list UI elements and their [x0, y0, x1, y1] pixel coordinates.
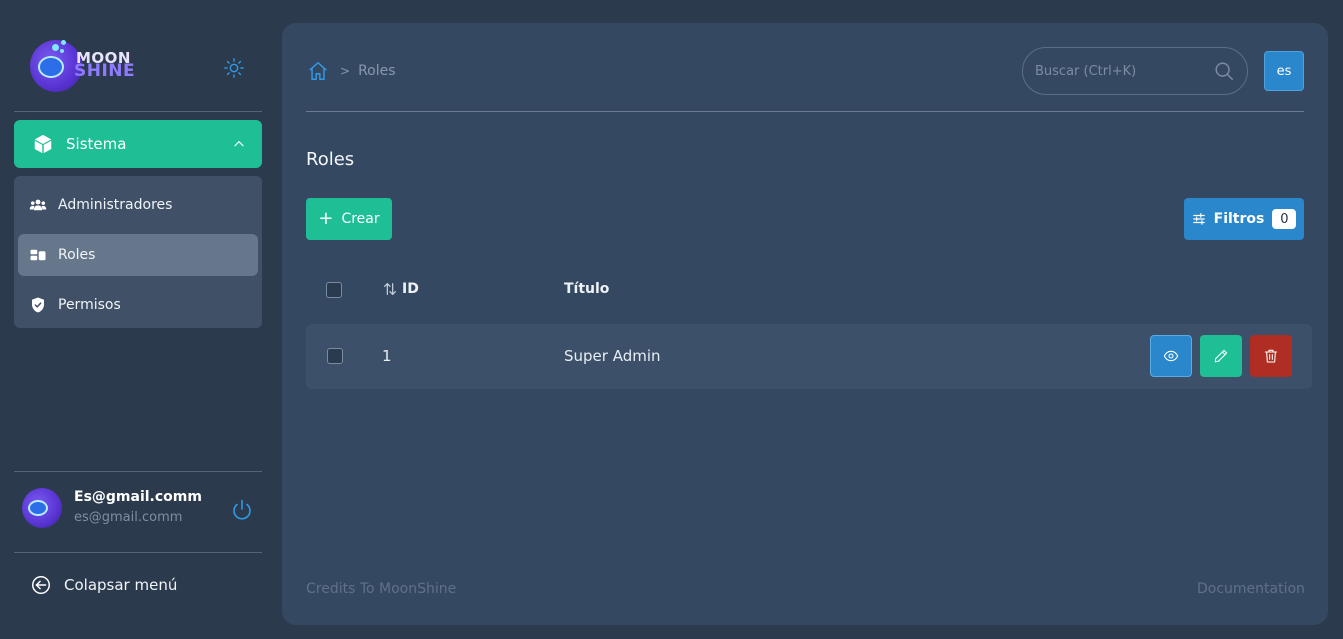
collapse-menu-label: Colapsar menú — [64, 576, 178, 594]
main-panel: > Roles es Roles + Crear Filtros 0 ID — [282, 23, 1328, 625]
page-title: Roles — [306, 149, 355, 170]
header-divider — [306, 111, 1304, 112]
sidebar-divider-top — [14, 111, 262, 112]
sidebar: MOON SHINE Sistema Administradores Roles… — [0, 0, 276, 639]
sidebar-item-label: Permisos — [58, 297, 121, 313]
column-header-id[interactable]: ID — [382, 281, 419, 297]
filters-button[interactable]: Filtros 0 — [1184, 198, 1304, 240]
edit-button[interactable] — [1200, 335, 1242, 377]
select-all-checkbox[interactable] — [326, 282, 342, 298]
user-profile: Es@gmail.comm es@gmail.comm — [14, 472, 262, 552]
create-button-label: Crear — [341, 211, 380, 227]
roles-icon — [28, 245, 48, 265]
sidebar-item-permisos[interactable]: Permisos — [18, 284, 258, 326]
pencil-icon — [1214, 349, 1228, 363]
submenu-sistema: Administradores Roles Permisos — [14, 176, 262, 328]
menu-group-sistema[interactable]: Sistema — [14, 120, 262, 168]
breadcrumb: > Roles — [306, 59, 396, 83]
brand-logo[interactable]: MOON SHINE — [28, 38, 228, 96]
trash-icon — [1264, 349, 1278, 363]
sidebar-item-administradores[interactable]: Administradores — [18, 184, 258, 226]
sun-icon — [224, 58, 244, 78]
column-header-title: Título — [564, 281, 610, 297]
create-button[interactable]: + Crear — [306, 198, 392, 240]
breadcrumb-current: Roles — [358, 63, 396, 79]
logout-button[interactable] — [230, 498, 254, 522]
search-input[interactable] — [1035, 63, 1213, 79]
table-row: 1 Super Admin — [306, 324, 1312, 389]
footer-credits-link[interactable]: Credits To MoonShine — [306, 581, 456, 597]
row-id: 1 — [382, 347, 392, 365]
chevron-up-icon — [234, 140, 244, 147]
breadcrumb-separator-icon: > — [340, 64, 351, 78]
row-title: Super Admin — [564, 347, 661, 365]
filters-button-label: Filtros — [1213, 211, 1265, 227]
cube-icon — [34, 134, 52, 154]
search-box[interactable] — [1022, 47, 1248, 95]
search-icon[interactable] — [1213, 60, 1235, 82]
sidebar-item-label: Roles — [58, 247, 96, 263]
eye-icon — [1163, 350, 1179, 362]
arrow-left-circle-icon — [30, 574, 52, 596]
logo-wordmark: MOON SHINE — [74, 51, 136, 81]
user-name: Es@gmail.comm — [74, 489, 202, 505]
sidebar-divider-bottom — [14, 552, 262, 553]
shield-check-icon — [28, 295, 48, 315]
users-icon — [28, 195, 48, 215]
language-switcher[interactable]: es — [1264, 51, 1304, 91]
footer-documentation-link[interactable]: Documentation — [1197, 581, 1305, 597]
home-link[interactable] — [306, 59, 330, 83]
power-icon — [233, 499, 251, 520]
column-header-id-label: ID — [402, 281, 419, 297]
sliders-icon — [1192, 212, 1206, 226]
plus-icon: + — [318, 208, 334, 229]
user-email: es@gmail.comm — [74, 510, 183, 525]
sidebar-item-label: Administradores — [58, 197, 173, 213]
filters-count-badge: 0 — [1272, 209, 1297, 229]
row-checkbox[interactable] — [327, 348, 343, 364]
home-icon — [309, 62, 327, 80]
delete-button[interactable] — [1250, 335, 1292, 377]
view-button[interactable] — [1150, 335, 1192, 377]
logo-line-2: SHINE — [74, 61, 136, 81]
sort-icon — [384, 283, 396, 295]
collapse-menu-button[interactable]: Colapsar menú — [30, 572, 177, 598]
avatar[interactable] — [22, 488, 62, 528]
theme-toggle-button[interactable] — [222, 56, 246, 80]
menu-group-label: Sistema — [66, 135, 127, 153]
sidebar-item-roles[interactable]: Roles — [18, 234, 258, 276]
